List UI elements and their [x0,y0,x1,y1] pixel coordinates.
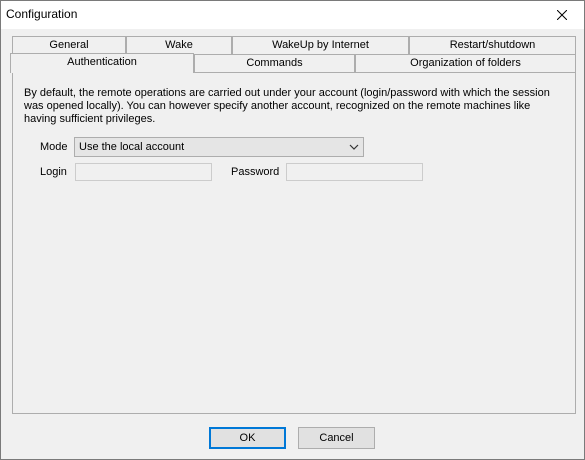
title-bar: Configuration [1,1,584,29]
tab-wakeup-by-internet[interactable]: WakeUp by Internet [232,36,409,54]
tab-wake-label: Wake [165,39,193,51]
mode-select-value: Use the local account [79,141,185,153]
tab-restart-shutdown[interactable]: Restart/shutdown [409,36,576,54]
tab-general-label: General [49,39,89,51]
chevron-down-icon [349,144,359,150]
password-label: Password [231,166,280,178]
authentication-description: By default, the remote operations are ca… [24,87,550,125]
tab-commands[interactable]: Commands [194,54,355,72]
tab-restart-shutdown-label: Restart/shutdown [449,39,536,51]
window-title: Configuration [6,7,78,21]
cancel-button[interactable]: Cancel [298,427,375,449]
close-icon [557,10,567,20]
login-input[interactable] [75,163,212,181]
tab-wakeup-by-internet-label: WakeUp by Internet [272,39,369,51]
tab-organization-of-folders-label: Organization of folders [410,57,521,69]
mode-label: Mode [40,141,68,153]
tab-general[interactable]: General [12,36,126,54]
password-input[interactable] [286,163,423,181]
tab-organization-of-folders[interactable]: Organization of folders [355,54,576,72]
tab-authentication[interactable]: Authentication [10,53,194,73]
mode-select[interactable]: Use the local account [74,137,364,157]
login-label: Login [40,166,67,178]
tab-wake[interactable]: Wake [126,36,232,54]
close-button[interactable] [540,1,584,29]
ok-button[interactable]: OK [209,427,286,449]
tab-commands-label: Commands [246,57,303,69]
tab-authentication-label: Authentication [67,56,137,68]
